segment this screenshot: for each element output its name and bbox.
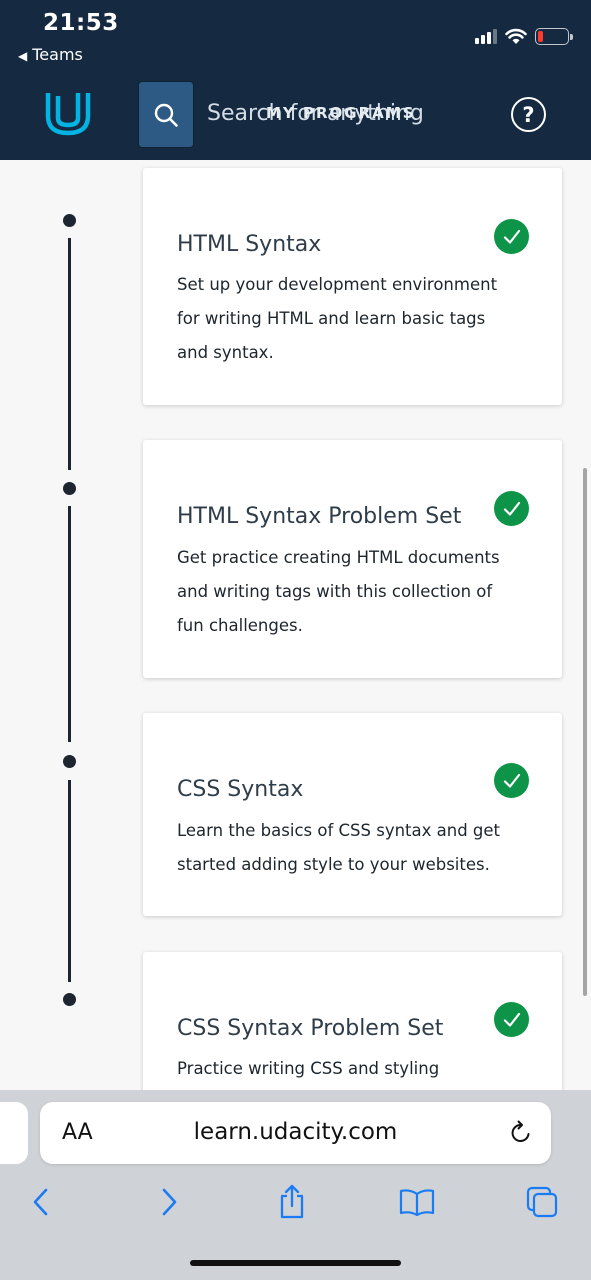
signal-icon	[475, 28, 497, 44]
address-bar[interactable]: AA learn.udacity.com	[40, 1102, 551, 1164]
browser-toolbar: AA learn.udacity.com	[0, 1090, 591, 1280]
previous-tab[interactable]	[0, 1102, 28, 1164]
tabs-button[interactable]	[520, 1182, 564, 1222]
book-icon	[399, 1189, 435, 1216]
timeline-line	[68, 780, 71, 982]
check-circle-icon	[494, 763, 529, 798]
timeline-dot	[63, 214, 76, 227]
app-header: 21:53 ◀ Teams Search for anything MY PROG…	[0, 0, 591, 160]
chevron-right-icon	[162, 1188, 177, 1216]
tabs-icon	[526, 1186, 558, 1218]
lesson-description: Learn the basics of CSS syntax and get s…	[177, 821, 501, 874]
lesson-description: Get practice creating HTML documents and…	[177, 548, 500, 635]
search-icon	[154, 103, 178, 127]
lesson-title[interactable]: CSS Syntax	[177, 777, 303, 802]
home-indicator[interactable]	[190, 1260, 401, 1266]
back-button[interactable]	[19, 1182, 63, 1222]
udacity-logo-icon[interactable]	[44, 90, 92, 136]
scrollbar[interactable]	[583, 468, 587, 996]
back-triangle-icon: ◀	[18, 49, 28, 63]
share-button[interactable]	[270, 1182, 314, 1222]
bookmarks-button[interactable]	[395, 1182, 439, 1222]
timeline-line	[68, 506, 71, 742]
back-app-label: Teams	[32, 45, 83, 64]
chevron-left-icon	[33, 1188, 48, 1216]
timeline-line	[68, 238, 71, 470]
url-text[interactable]: learn.udacity.com	[40, 1119, 551, 1145]
timeline-dot	[63, 993, 76, 1006]
timeline-dot	[63, 755, 76, 768]
check-circle-icon	[494, 1002, 529, 1037]
back-to-app-link[interactable]: ◀ Teams	[18, 45, 83, 64]
help-icon[interactable]: ?	[511, 97, 546, 132]
lesson-title[interactable]: CSS Syntax Problem Set	[177, 1016, 443, 1041]
browser-nav	[0, 1182, 591, 1222]
lesson-card[interactable]: CSS Syntax Learn the basics of CSS synta…	[143, 713, 562, 916]
search-button[interactable]	[138, 81, 194, 148]
timeline-dot	[63, 482, 76, 495]
lesson-card[interactable]: HTML Syntax Problem Set Get practice cre…	[143, 440, 562, 678]
forward-button[interactable]	[147, 1182, 191, 1222]
lesson-card[interactable]: HTML Syntax Set up your development envi…	[143, 168, 562, 405]
lesson-title[interactable]: HTML Syntax Problem Set	[177, 504, 461, 529]
status-time: 21:53	[43, 10, 119, 36]
lesson-description: Practice writing CSS and styling	[177, 1059, 440, 1078]
lesson-title[interactable]: HTML Syntax	[177, 232, 321, 257]
reload-icon[interactable]	[509, 1119, 533, 1145]
status-icons	[475, 24, 573, 48]
check-circle-icon	[494, 491, 529, 526]
battery-icon	[535, 27, 573, 45]
share-icon	[280, 1184, 304, 1219]
check-circle-icon	[494, 219, 529, 254]
wifi-icon	[505, 28, 527, 44]
lesson-description: Set up your development environment for …	[177, 275, 498, 362]
page-title: MY PROGRAMS	[266, 104, 416, 122]
